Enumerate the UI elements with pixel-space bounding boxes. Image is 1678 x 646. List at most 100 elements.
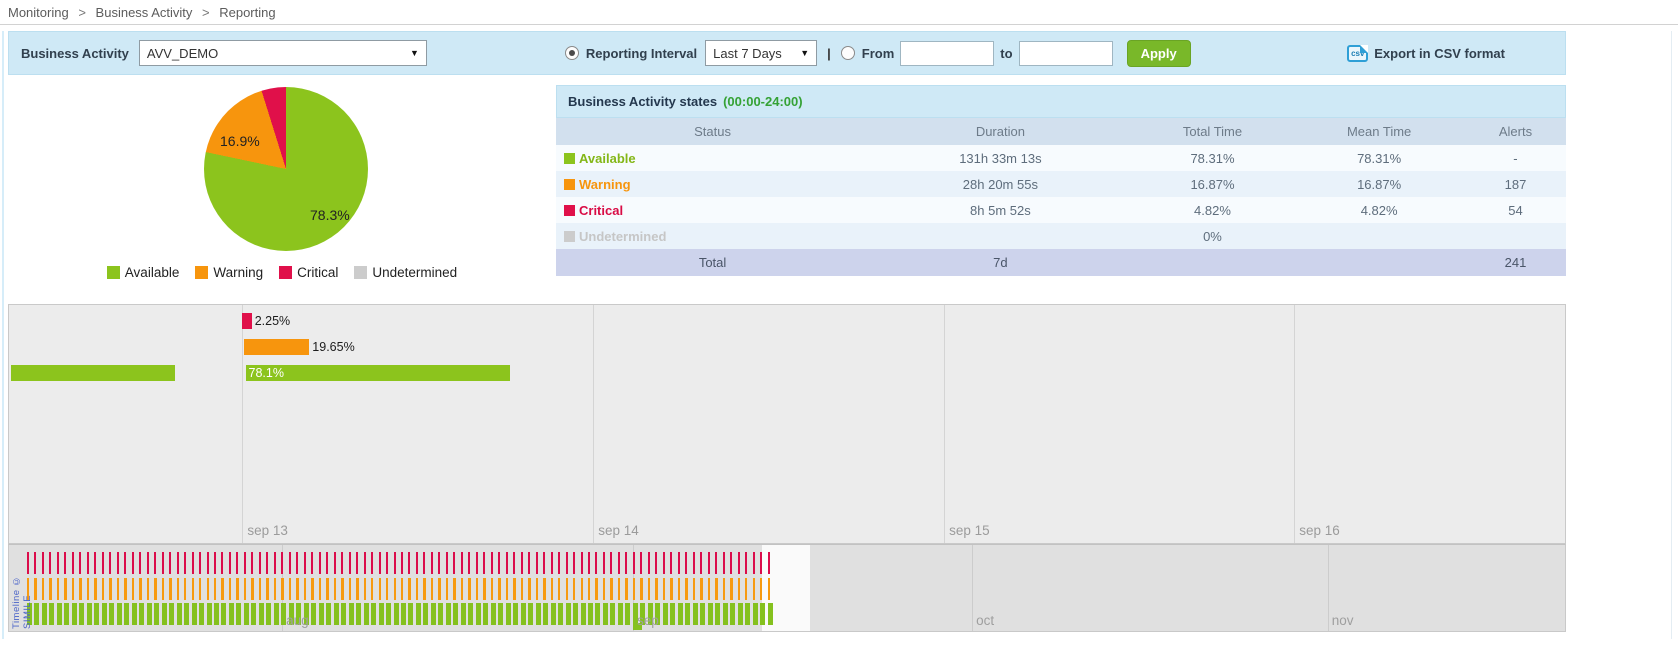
legend-swatch	[354, 266, 367, 279]
column-header-alerts: Alerts	[1465, 124, 1566, 139]
business-activity-select[interactable]: AVV_DEMO ▼	[139, 40, 427, 66]
legend-item-undetermined: Undetermined	[354, 265, 457, 280]
critical-event-tick	[723, 552, 725, 574]
critical-event-tick	[274, 552, 276, 574]
available-event-tick	[221, 603, 226, 625]
available-event-tick	[581, 603, 586, 625]
available-event-tick	[162, 603, 167, 625]
available-event-tick	[558, 603, 563, 625]
custom-range-radio[interactable]	[841, 46, 855, 60]
available-event-tick	[738, 603, 743, 625]
critical-event-tick	[289, 552, 291, 574]
to-date-input[interactable]	[1019, 41, 1113, 66]
states-table-header: Status Duration Total Time Mean Time Ale…	[556, 118, 1566, 145]
available-event-tick	[521, 603, 526, 625]
available-event-tick	[102, 603, 107, 625]
warning-event-tick	[491, 578, 493, 600]
available-event-tick	[566, 603, 571, 625]
warning-event-tick	[745, 578, 747, 600]
available-event-tick	[595, 603, 600, 625]
available-event-tick	[379, 603, 384, 625]
available-event-tick	[543, 603, 548, 625]
critical-event-tick	[506, 552, 508, 574]
available-event-tick	[199, 603, 204, 625]
available-event-tick	[192, 603, 197, 625]
legend-item-warning: Warning	[195, 265, 263, 280]
critical-event-tick	[446, 552, 448, 574]
to-label: to	[1000, 46, 1012, 61]
available-event-tick	[416, 603, 421, 625]
export-csv-label: Export in CSV format	[1374, 46, 1505, 61]
breadcrumb-monitoring[interactable]: Monitoring	[8, 5, 69, 20]
chevron-down-icon: ▼	[800, 48, 809, 58]
critical-event-tick	[453, 552, 455, 574]
warning-event-tick	[379, 578, 381, 600]
chevron-down-icon: ▼	[410, 48, 419, 58]
warning-event-tick	[251, 578, 253, 600]
status-label: Undetermined	[579, 229, 666, 244]
timeline-overview-band[interactable]: Timeline © SIMILE augsepoctnov	[8, 544, 1566, 632]
available-event-tick	[364, 603, 369, 625]
reporting-interval-select[interactable]: Last 7 Days ▼	[705, 40, 817, 66]
warning-event-tick	[513, 578, 515, 600]
total-time-value: 4.82%	[1132, 203, 1294, 218]
warning-event-tick	[468, 578, 470, 600]
critical-event-tick	[431, 552, 433, 574]
warning-event-tick	[483, 578, 485, 600]
available-event-tick	[244, 603, 249, 625]
critical-event-tick	[147, 552, 149, 574]
critical-event-tick	[221, 552, 223, 574]
warning-event-tick	[648, 578, 650, 600]
critical-event-tick	[670, 552, 672, 574]
warning-event-tick	[356, 578, 358, 600]
duration-value: 8h 5m 52s	[869, 203, 1132, 218]
warning-event-tick	[147, 578, 149, 600]
overview-month-label: sep	[637, 613, 659, 628]
warning-event-tick	[408, 578, 410, 600]
breadcrumb-separator: >	[202, 5, 210, 20]
reporting-interval-label: Reporting Interval	[586, 46, 697, 61]
warning-event-tick	[64, 578, 66, 600]
available-event-tick	[610, 603, 615, 625]
warning-event-tick	[57, 578, 59, 600]
critical-event-tick	[558, 552, 560, 574]
available-event-tick	[670, 603, 675, 625]
available-event-tick	[334, 603, 339, 625]
available-event-tick	[184, 603, 189, 625]
critical-event-tick	[57, 552, 59, 574]
warning-event-tick	[199, 578, 201, 600]
from-date-input[interactable]	[900, 41, 994, 66]
warning-event-tick	[655, 578, 657, 600]
available-event-tick	[139, 603, 144, 625]
column-header-status: Status	[556, 124, 869, 139]
available-event-tick	[401, 603, 406, 625]
reporting-interval-radio[interactable]	[565, 46, 579, 60]
available-event-tick	[573, 603, 578, 625]
available-event-tick	[760, 603, 765, 625]
simile-timeline-brand: Timeline © SIMILE	[10, 545, 34, 631]
critical-event-tick	[738, 552, 740, 574]
export-csv-link[interactable]: csv Export in CSV format	[1347, 45, 1505, 62]
column-header-duration: Duration	[869, 124, 1132, 139]
total-duration: 7d	[869, 255, 1132, 270]
available-event-tick	[251, 603, 256, 625]
timeline-date-label: sep 16	[1299, 523, 1340, 538]
available-event-tick	[311, 603, 316, 625]
critical-event-tick	[648, 552, 650, 574]
available-event-tick	[506, 603, 511, 625]
critical-event-tick	[349, 552, 351, 574]
timeline-main-band[interactable]: sep 13sep 14sep 15sep 162.25%19.65%78.1%	[8, 304, 1566, 544]
critical-event-tick	[476, 552, 478, 574]
apply-button[interactable]: Apply	[1127, 40, 1191, 67]
breadcrumb-reporting[interactable]: Reporting	[219, 5, 275, 20]
timeline-date-label: sep 13	[247, 523, 288, 538]
available-event-tick	[169, 603, 174, 625]
available-event-tick	[423, 603, 428, 625]
total-time-value: 16.87%	[1132, 177, 1294, 192]
warning-event-tick	[192, 578, 194, 600]
warning-event-tick	[461, 578, 463, 600]
breadcrumb-business-activity[interactable]: Business Activity	[96, 5, 193, 20]
critical-event-tick	[49, 552, 51, 574]
business-activity-selected-value: AVV_DEMO	[147, 46, 218, 61]
critical-event-tick	[109, 552, 111, 574]
